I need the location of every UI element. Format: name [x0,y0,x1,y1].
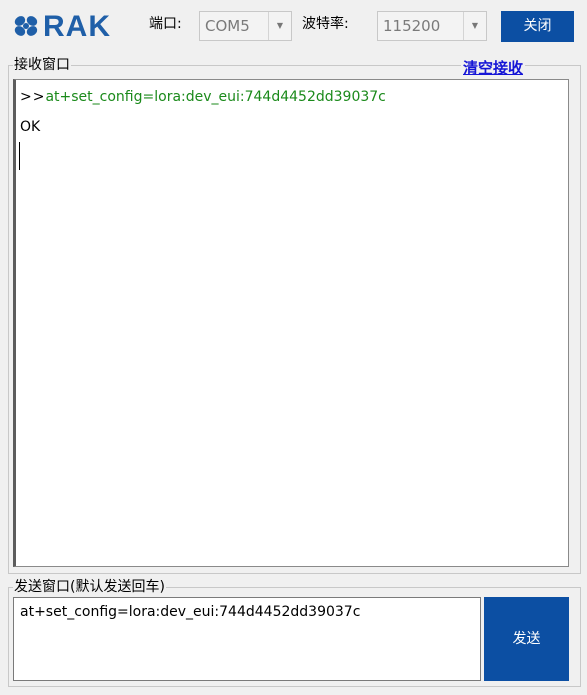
logo-text: RAK [43,10,111,43]
send-title: 发送窗口(默认发送回车) [13,579,166,595]
receive-title: 接收窗口 [13,57,71,73]
echoed-command: at+set_config=lora:dev_eui:744d4452dd390… [45,89,386,105]
prompt-marker: >> [20,89,46,105]
port-select-value: COM5 [205,17,250,35]
receive-textarea[interactable]: >>at+set_config=lora:dev_eui:744d4452dd3… [13,79,569,567]
rak-logo-icon [14,16,38,36]
send-input[interactable]: at+set_config=lora:dev_eui:744d4452dd390… [13,597,481,681]
chevron-down-icon[interactable]: ▼ [463,12,486,40]
port-label: 端口: [149,16,182,32]
send-button[interactable]: 发送 [484,597,569,681]
baud-label: 波特率: [302,16,349,32]
baud-select[interactable]: 115200 ▼ [377,11,487,41]
receive-command-line: >>at+set_config=lora:dev_eui:744d4452dd3… [20,89,386,105]
response-line: OK [20,119,41,135]
close-button[interactable]: 关闭 [501,11,574,42]
baud-select-value: 115200 [383,17,441,35]
chevron-down-icon[interactable]: ▼ [268,12,291,40]
rak-logo: RAK [12,7,132,47]
port-select[interactable]: COM5 ▼ [199,11,292,41]
send-input-value: at+set_config=lora:dev_eui:744d4452dd390… [20,604,361,620]
clear-receive-link[interactable]: 清空接收 [461,57,526,78]
text-cursor [19,142,20,170]
